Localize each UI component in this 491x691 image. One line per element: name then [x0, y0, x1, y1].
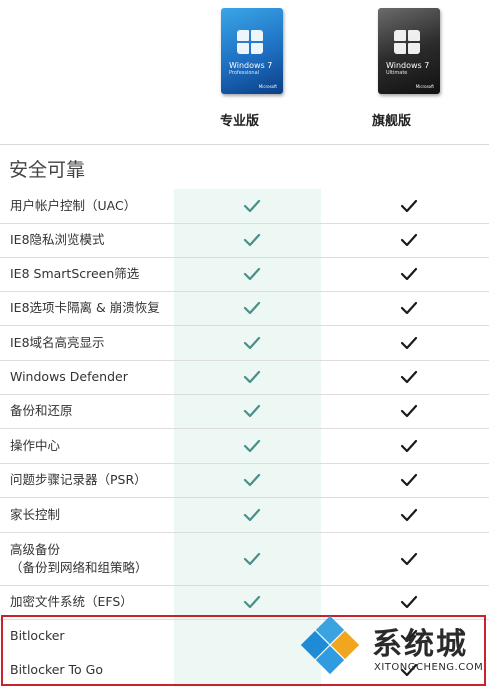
- watermark-subtitle: XITONGCHENG.COM: [374, 662, 484, 673]
- feature-label: 家长控制: [10, 507, 61, 522]
- feature-row: 备份和还原: [0, 394, 489, 429]
- windows-flag-icon: [237, 30, 265, 56]
- feature-row: IE8选项卡隔离 & 崩溃恢复: [0, 291, 489, 326]
- feature-label: IE8隐私浏览模式: [10, 232, 105, 247]
- professional-check-icon: [243, 301, 261, 315]
- professional-check-icon: [243, 370, 261, 384]
- watermark-title: 系统城: [372, 627, 468, 662]
- windows7-ultimate-box-image: Windows 7 Ultimate Microsoft: [378, 8, 440, 94]
- ultimate-check-icon: [400, 199, 418, 213]
- ultimate-check-icon: [400, 473, 418, 487]
- professional-check-icon: [243, 267, 261, 281]
- professional-check-icon: [243, 473, 261, 487]
- professional-check-icon: [243, 508, 261, 522]
- feature-label: 高级备份 （备份到网络和组策略）: [10, 542, 148, 575]
- professional-check-icon: [243, 336, 261, 350]
- feature-label: 备份和还原: [10, 403, 73, 418]
- feature-label: Windows Defender: [10, 369, 128, 384]
- microsoft-logo: Microsoft: [415, 84, 434, 89]
- box-product-name: Windows 7: [386, 61, 430, 70]
- ultimate-check-icon: [400, 370, 418, 384]
- microsoft-logo: Microsoft: [258, 84, 277, 89]
- professional-check-icon: [243, 233, 261, 247]
- ultimate-check-icon: [400, 336, 418, 350]
- feature-row: 家长控制: [0, 497, 489, 533]
- feature-label: IE8域名高亮显示: [10, 335, 105, 350]
- professional-check-icon: [243, 552, 261, 566]
- feature-row: 问题步骤记录器（PSR）: [0, 463, 489, 498]
- feature-row: IE8域名高亮显示: [0, 325, 489, 361]
- feature-label: 问题步骤记录器（PSR）: [10, 472, 147, 487]
- feature-label: 加密文件系统（EFS）: [10, 594, 133, 609]
- feature-label: 操作中心: [10, 438, 61, 453]
- professional-check-icon: [243, 199, 261, 213]
- box-edition-name: Ultimate: [386, 70, 408, 76]
- edition-label-ultimate: 旗舰版: [372, 114, 412, 129]
- feature-row: Windows Defender: [0, 360, 489, 395]
- ultimate-check-icon: [400, 508, 418, 522]
- feature-row: IE8 SmartScreen筛选: [0, 257, 489, 292]
- section-title: 安全可靠: [9, 159, 86, 181]
- feature-row: IE8隐私浏览模式: [0, 223, 489, 258]
- ultimate-check-icon: [400, 233, 418, 247]
- edition-label-professional: 专业版: [220, 114, 260, 129]
- professional-check-icon: [243, 439, 261, 453]
- windows7-professional-box-image: Windows 7 Professional Microsoft: [221, 8, 283, 94]
- feature-label: IE8 SmartScreen筛选: [10, 266, 140, 281]
- feature-row: 高级备份 （备份到网络和组策略）: [0, 532, 489, 586]
- box-edition-name: Professional: [229, 70, 260, 76]
- professional-check-icon: [243, 404, 261, 418]
- ultimate-check-icon: [400, 267, 418, 281]
- ultimate-check-icon: [400, 595, 418, 609]
- feature-label: IE8选项卡隔离 & 崩溃恢复: [10, 300, 160, 315]
- header-divider: [0, 144, 489, 145]
- box-product-name: Windows 7: [229, 61, 273, 70]
- ultimate-check-icon: [400, 439, 418, 453]
- ultimate-check-icon: [400, 552, 418, 566]
- feature-label: 用户帐户控制（UAC）: [10, 198, 137, 213]
- ultimate-check-icon: [400, 301, 418, 315]
- feature-row: 操作中心: [0, 428, 489, 464]
- feature-row: 用户帐户控制（UAC）: [0, 189, 489, 224]
- watermark-logo: 系统城 XITONGCHENG.COM: [298, 615, 488, 686]
- professional-check-icon: [243, 595, 261, 609]
- ultimate-check-icon: [400, 404, 418, 418]
- windows-flag-icon: [394, 30, 422, 56]
